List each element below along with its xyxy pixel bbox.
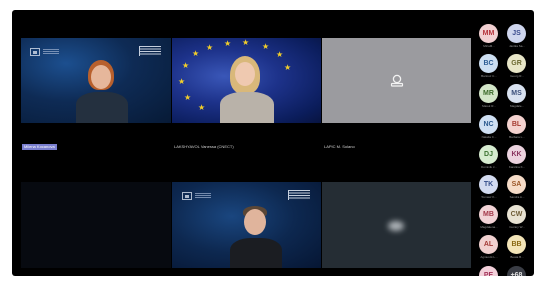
participant-avatar-item[interactable]: MS Magdale...: [504, 84, 530, 110]
participant-name: Georg R...: [510, 74, 524, 79]
participant-avatar-item[interactable]: JS Jantka Sa...: [504, 24, 530, 50]
participant-avatar-item[interactable]: NC Natalia C...: [476, 114, 502, 141]
eu-star-icon: ★: [284, 63, 292, 72]
avatar: GR: [507, 54, 526, 74]
participant-avatar-item[interactable]: MB Magdalena...: [476, 205, 502, 231]
participant-avatar-item[interactable]: PEPiotr E...: [476, 265, 502, 276]
organization-logo: [182, 192, 192, 200]
participant-video: [76, 60, 136, 123]
participant-name: Magdalena...: [480, 225, 498, 230]
event-banner: [139, 46, 161, 56]
participant-avatar-item[interactable]: SA Sandra A...: [504, 175, 530, 201]
participant-avatar-item[interactable]: GR Georg R...: [504, 54, 530, 80]
participant-name: Tomasz K...: [481, 195, 497, 199]
blurred-video: [388, 221, 404, 231]
avatar: MB: [479, 205, 498, 225]
eu-star-icon: ★: [182, 61, 190, 70]
participant-name: Sandra A...: [509, 195, 525, 199]
participant-name: Karolina K...: [508, 164, 526, 169]
eu-star-icon: ★: [178, 77, 186, 86]
participant-avatar-item[interactable]: DJ Dominik J...: [476, 144, 502, 171]
participant-video: [230, 206, 294, 268]
avatar: DJ: [479, 144, 498, 164]
video-tile-1[interactable]: [21, 38, 171, 123]
avatar: KK: [507, 144, 526, 164]
avatar: NC: [479, 114, 498, 134]
event-banner: [288, 190, 310, 200]
eu-star-icon: ★: [262, 42, 270, 51]
avatar: MM: [479, 24, 498, 43]
video-tile-3[interactable]: [322, 38, 471, 123]
eu-star-icon: ★: [184, 93, 192, 102]
avatar: CW: [507, 205, 526, 225]
participant-avatar-item[interactable]: BC Bartosz C...: [476, 54, 502, 80]
eu-star-icon: ★: [242, 38, 250, 47]
participant-video: [218, 56, 278, 123]
participant-avatar-item[interactable]: BL Barbara L...: [504, 114, 530, 141]
video-tile-5[interactable]: [172, 182, 321, 268]
participant-name: Dominik J...: [481, 164, 497, 169]
meeting-window: ★ ★ ★ ★ ★ ★ ★ ★ ★ ★ ★ Milena Kocanova LA…: [12, 10, 534, 276]
eu-star-icon: ★: [224, 39, 232, 48]
video-tile-4[interactable]: [21, 182, 171, 268]
participant-name: Beata B...: [510, 255, 524, 260]
participant-avatar-item[interactable]: TK Tomasz K...: [476, 175, 502, 201]
avatar: JS: [507, 24, 526, 43]
video-tile-6[interactable]: [322, 182, 471, 268]
participant-name: Jantka Sa...: [509, 44, 525, 48]
avatar: BC: [479, 54, 498, 74]
eu-star-icon: ★: [198, 103, 206, 112]
participant-name: Cezary W...: [509, 225, 525, 230]
organization-logo: [30, 48, 40, 56]
participant-name-tag: LAKSHYAVOL Vanessa (CNECT): [174, 144, 234, 149]
avatar: +68: [507, 265, 526, 276]
participant-avatar-item[interactable]: KK Karolina K...: [504, 144, 530, 171]
participant-avatar-item[interactable]: +68: [504, 265, 530, 276]
avatar: PE: [479, 265, 498, 276]
avatar: MR: [479, 84, 498, 104]
avatar: MS: [507, 84, 526, 104]
participant-name: Marek R...: [482, 104, 496, 109]
avatar: SA: [507, 175, 526, 194]
avatar: BL: [507, 114, 526, 134]
participant-name: Barbara L...: [509, 134, 525, 139]
organization-logo-text: [195, 193, 211, 199]
avatar: AL: [479, 235, 498, 255]
participant-name: Agnieszk L...: [480, 255, 498, 260]
organization-logo-text: [43, 49, 59, 55]
eu-star-icon: ★: [206, 43, 214, 52]
participant-name: Magdale...: [509, 104, 524, 109]
participant-avatar-item[interactable]: BB Beata B...: [504, 235, 530, 261]
participant-name: Natalia C...: [481, 134, 497, 139]
avatar: TK: [479, 175, 498, 194]
video-tile-2[interactable]: ★ ★ ★ ★ ★ ★ ★ ★ ★ ★ ★: [172, 38, 321, 123]
participant-name: MiriaM...: [483, 44, 495, 48]
avatar: BB: [507, 235, 526, 255]
participant-name-tag: LAPIC M. Solano: [324, 144, 355, 149]
participant-avatar-item[interactable]: AL Agnieszk L...: [476, 235, 502, 261]
participant-avatar-item[interactable]: MM MiriaM...: [476, 24, 502, 50]
camera-off-icon: [390, 74, 404, 87]
participant-avatar-item[interactable]: CW Cezary W...: [504, 205, 530, 231]
participant-name-tag: Milena Kocanova: [22, 144, 57, 150]
participants-panel: MM MiriaM... JS Jantka Sa... BC Bartosz C... G…: [476, 24, 532, 276]
eu-star-icon: ★: [192, 49, 200, 58]
participant-name: Bartosz C...: [481, 74, 497, 79]
participant-avatar-item[interactable]: MR Marek R...: [476, 84, 502, 110]
